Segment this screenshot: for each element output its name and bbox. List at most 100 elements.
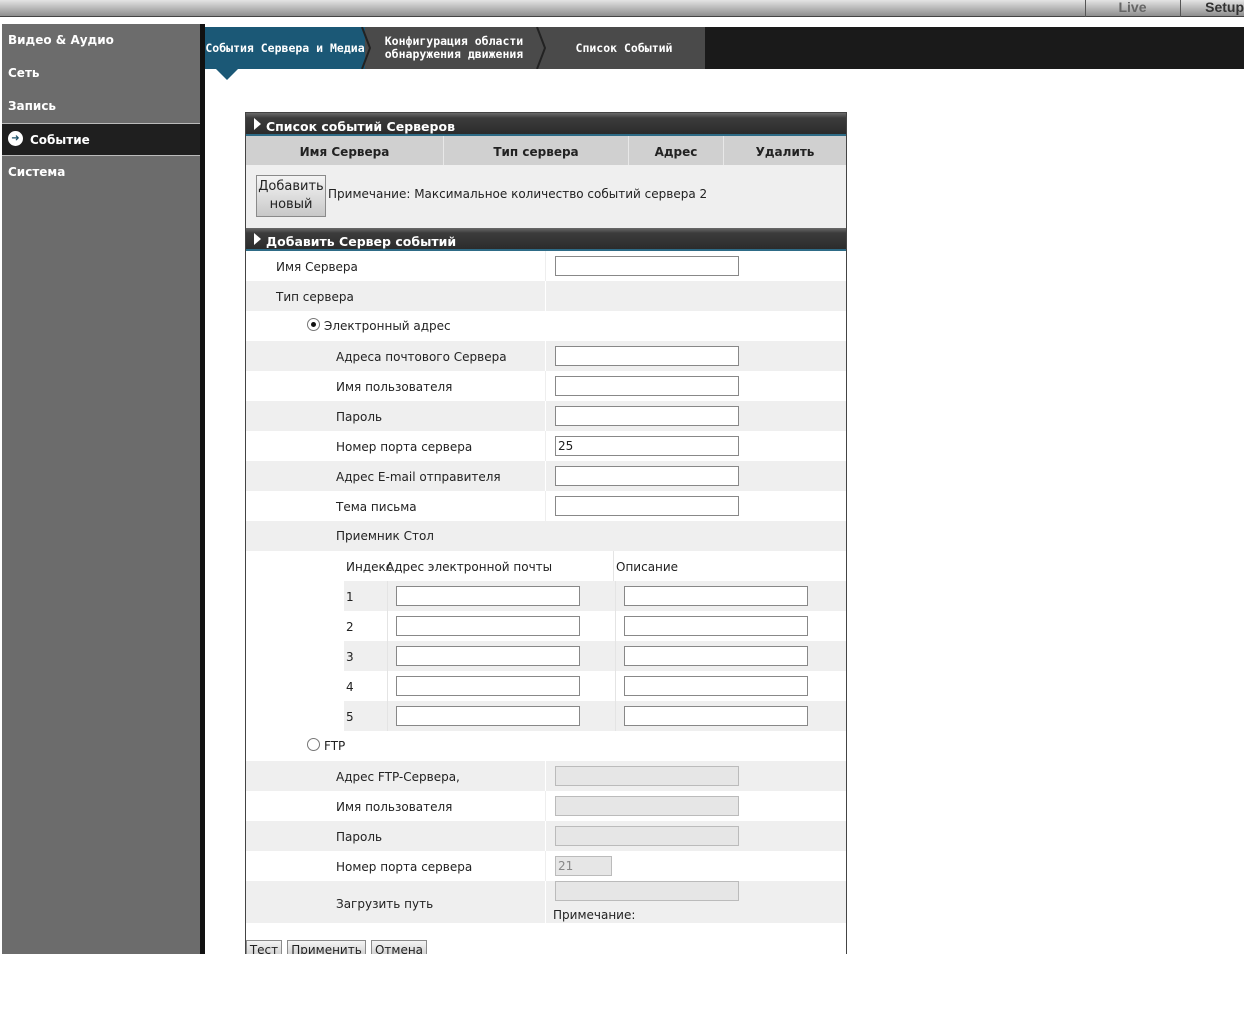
section-title: Список событий Серверов [266,119,455,134]
field-label: Пароль [246,821,546,851]
field-label: Номер порта сервера [246,851,546,881]
field-label: Имя пользователя [246,791,546,821]
table-row: 3 [246,641,846,671]
sidebar-item-system[interactable]: Система [2,156,200,189]
ftp-password-input[interactable] [555,826,739,846]
upload-path-row: Загрузить путь Примечание: [246,881,846,923]
recipient-description-input[interactable] [624,616,808,636]
sidebar-item-recording[interactable]: Запись [2,90,200,123]
email-radio[interactable] [307,318,320,331]
recipient-email-input[interactable] [396,676,580,696]
add-server-row: Добавить новый Примечание: Максимальное … [246,165,846,228]
recipient-index: 5 [344,701,388,731]
sidebar-item-network[interactable]: Сеть [2,57,200,90]
live-button[interactable]: Live [1085,0,1179,17]
top-bar: Live Setup [0,0,1244,17]
recipient-email-input[interactable] [396,616,580,636]
server-name-row: Имя Сервера [246,251,846,281]
sidebar: Видео & Аудио Сеть Запись ➜ Событие Систе… [2,24,200,954]
email-option-row: Электронный адрес [246,311,846,341]
add-new-button[interactable]: Добавить новый [256,175,326,217]
max-servers-note: Примечание: Максимальное количество собы… [328,187,708,201]
sidebar-item-event[interactable]: ➜ Событие [2,123,200,156]
section-title: Добавить Сервер событий [266,234,457,249]
test-button[interactable]: Тест [246,940,282,954]
field-label: Тип сервера [246,281,546,311]
column-header: Описание [616,560,679,574]
recipient-index: 4 [344,671,388,701]
email-username-input[interactable] [555,376,739,396]
table-row: 1 [246,581,846,611]
recipient-description-input[interactable] [624,676,808,696]
recipient-description-input[interactable] [624,586,808,606]
tab-bar: События Сервера и Медиа Конфигурация обл… [205,27,1244,69]
apply-button[interactable]: Применить [287,940,366,954]
recipient-index: 1 [344,581,388,611]
sidebar-item-label: Событие [30,133,90,147]
column-header: Удалить [755,145,815,159]
sidebar-item-label: Запись [8,99,57,113]
field-label: Адреса почтового Сервера [246,341,546,371]
ftp-password-row: Пароль [246,821,846,851]
upload-path-input[interactable] [555,881,739,901]
sidebar-item-label: Система [8,165,66,179]
recipient-email-input[interactable] [396,706,580,726]
email-port-input[interactable]: 25 [555,436,739,456]
tab-separator [361,27,372,69]
mail-server-input[interactable] [555,346,739,366]
active-tab-pointer [215,68,239,80]
tab-server-media[interactable]: События Сервера и Медиа [205,27,365,69]
subject-input[interactable] [555,496,739,516]
tab-motion-detection[interactable]: Конфигурация области обнаружения движени… [365,27,543,69]
recipient-email-input[interactable] [396,586,580,606]
recipient-index: 2 [344,611,388,641]
table-row: 4 [246,671,846,701]
sidebar-item-video-audio[interactable]: Видео & Аудио [2,24,200,57]
field-label: Номер порта сервера [246,431,546,461]
email-password-row: Пароль [246,401,846,431]
settings-panel: Список событий Серверов Имя Сервера Тип … [245,112,847,954]
field-label: Адрес E-mail отправителя [246,461,546,491]
recipient-email-input[interactable] [396,646,580,666]
triangle-right-icon [254,233,261,245]
email-password-input[interactable] [555,406,739,426]
recipients-header: Индекс Адрес электронной почты Описание [246,551,846,581]
tab-label: Конфигурация области обнаружения движени… [384,34,524,61]
email-username-row: Имя пользователя [246,371,846,401]
radio-label: Электронный адрес [324,319,451,333]
sidebar-item-label: Видео & Аудио [8,33,114,47]
tab-separator [536,27,547,69]
email-radio-option[interactable]: Электронный адрес [246,310,846,342]
setup-button[interactable]: Setup [1180,0,1244,17]
section-header-add-server: Добавить Сервер событий [246,228,846,251]
ftp-username-input[interactable] [555,796,739,816]
sender-email-input[interactable] [555,466,739,486]
ftp-port-input[interactable]: 21 [555,856,612,876]
column-header: Адрес [629,136,724,165]
email-port-row: Номер порта сервера 25 [246,431,846,461]
tab-label: События Сервера и Медиа [205,40,365,55]
table-row: 2 [246,611,846,641]
server-list-header: Имя Сервера Тип сервера Адрес Удалить [246,136,846,165]
upload-path-note: Примечание: [553,908,636,922]
column-header: Адрес электронной почты [386,551,614,581]
recipient-description-input[interactable] [624,706,808,726]
tab-event-list[interactable]: Список Событий [543,27,705,69]
ftp-port-row: Номер порта сервера 21 [246,851,846,881]
action-bar: Тест Применить Отмена [246,923,846,954]
column-header: Тип сервера [444,136,629,165]
page: Live Setup Видео & Аудио Сеть Запись ➜ Со… [0,0,1244,1011]
recipient-index: 3 [344,641,388,671]
column-header: Индекс [346,560,393,574]
ftp-username-row: Имя пользователя [246,791,846,821]
recipients-row: Приемник Стол [246,521,846,551]
ftp-server-input[interactable] [555,766,739,786]
ftp-radio-option[interactable]: FTP [246,730,846,762]
field-label: Пароль [246,401,546,431]
mail-server-row: Адреса почтового Сервера [246,341,846,371]
ftp-radio[interactable] [307,738,320,751]
arrow-right-circle-icon: ➜ [8,131,23,146]
recipient-description-input[interactable] [624,646,808,666]
server-name-input[interactable] [555,256,739,276]
cancel-button[interactable]: Отмена [371,940,427,954]
